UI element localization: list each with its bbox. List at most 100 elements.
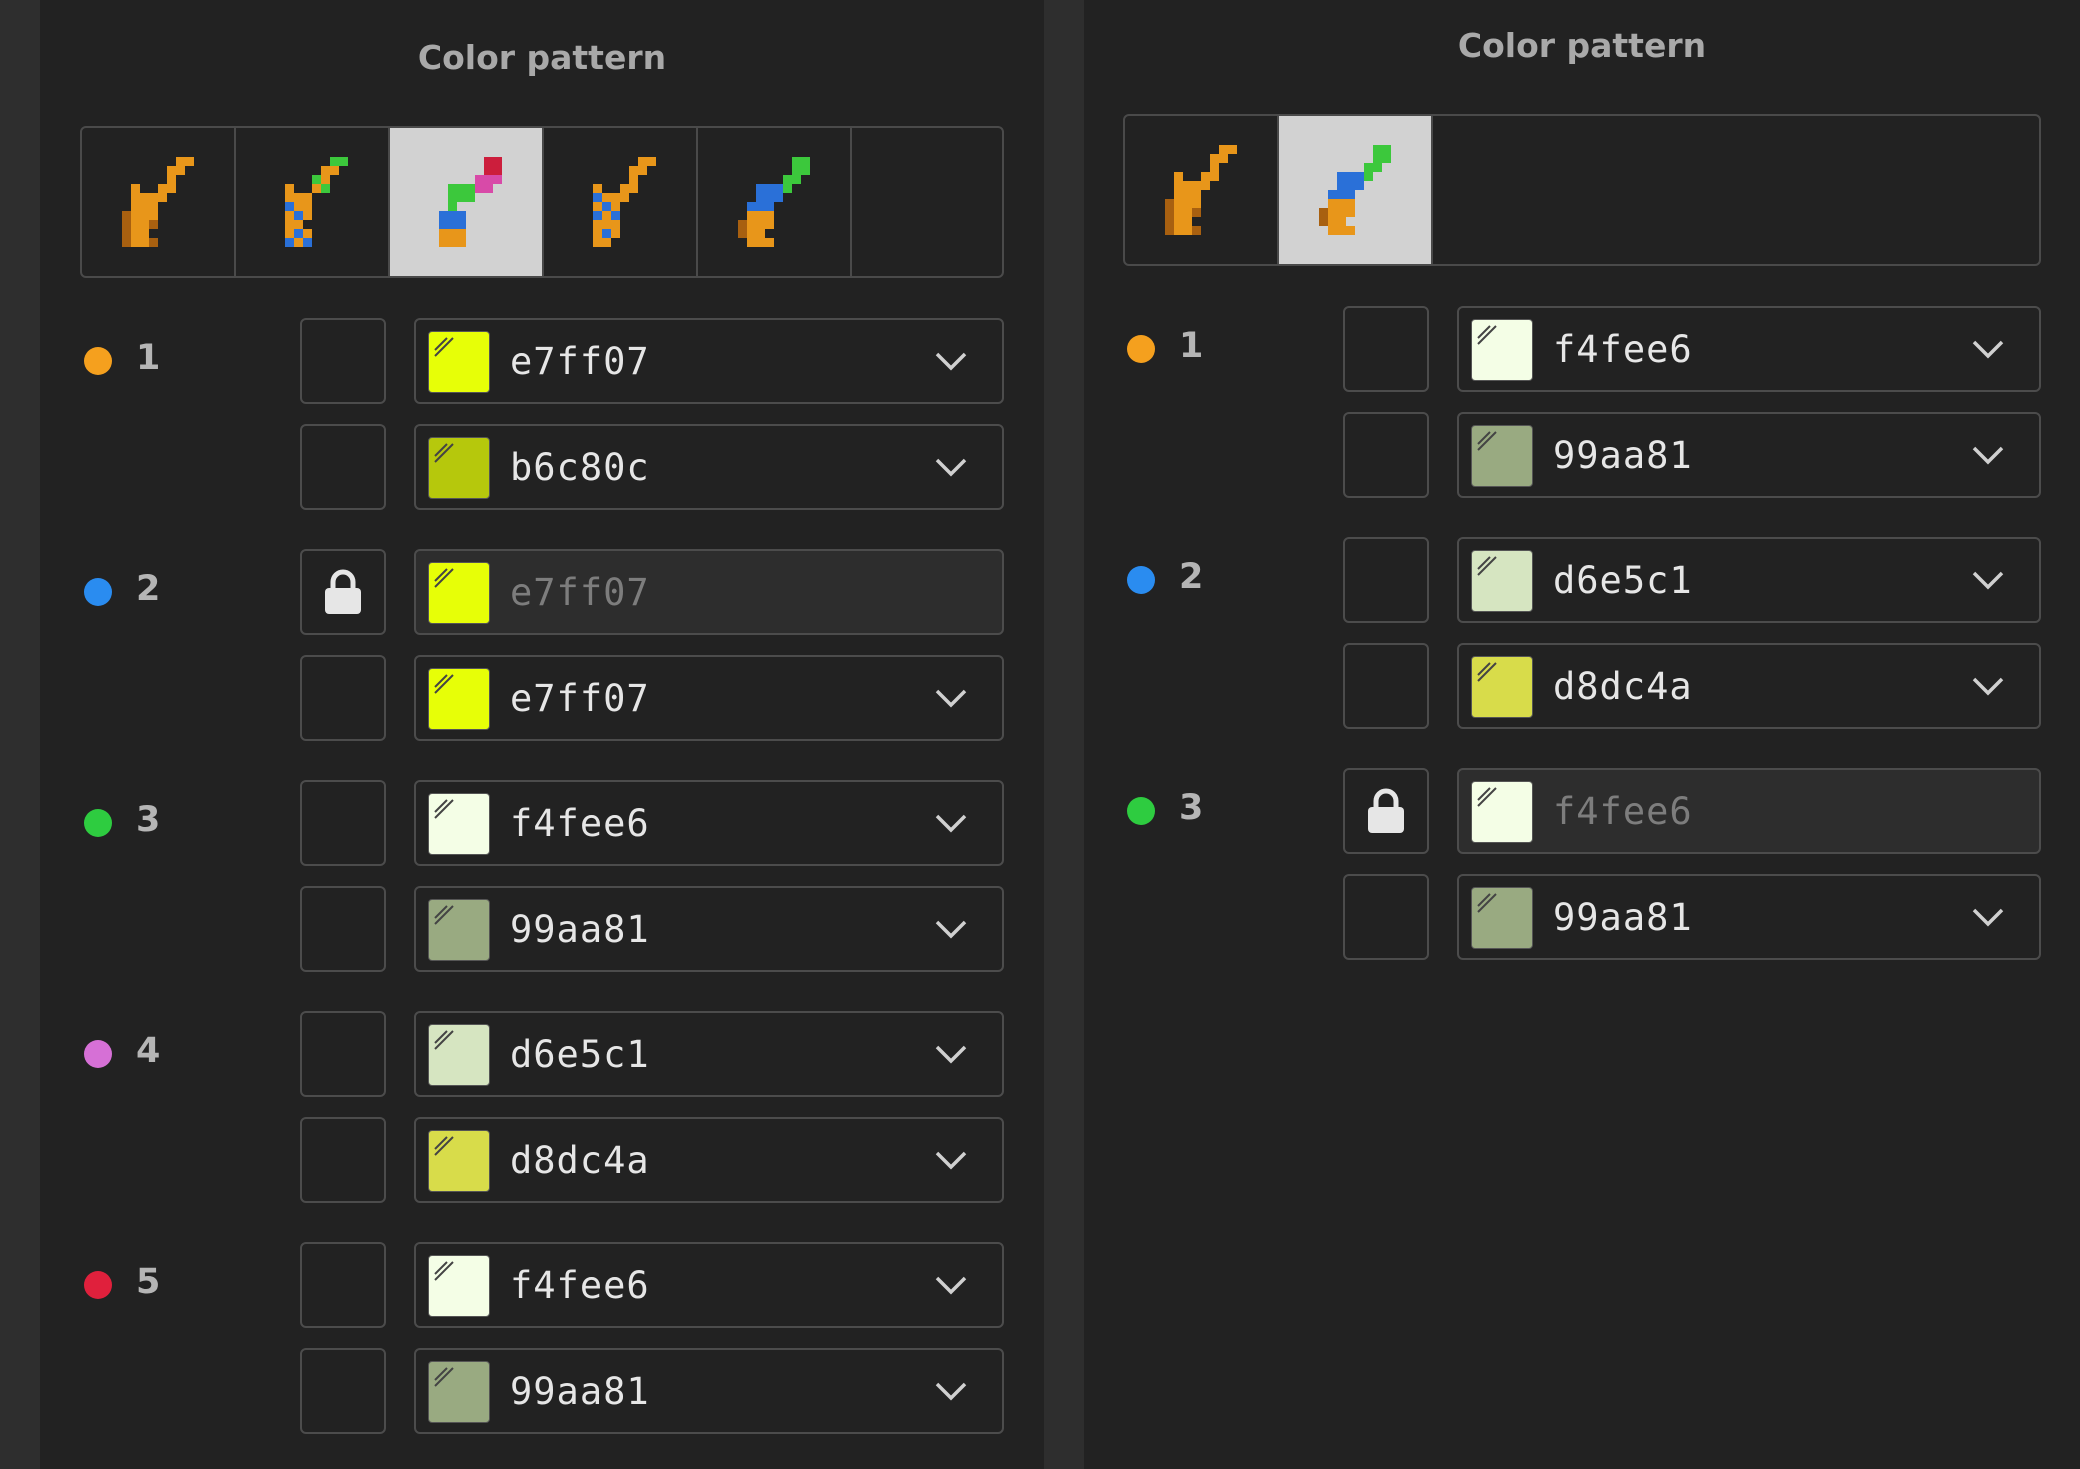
row-number: 2 — [1179, 557, 1204, 597]
row-number: 5 — [136, 1262, 161, 1302]
color-hex-value: f4fee6 — [1553, 790, 1693, 833]
color-hex-value: e7ff07 — [510, 571, 650, 614]
toggle-box[interactable] — [300, 318, 386, 404]
lock-toggle[interactable] — [1343, 768, 1429, 854]
color-dropdown[interactable]: 99aa81 — [1457, 412, 2041, 498]
row-color-dot — [1127, 566, 1155, 594]
color-hex-value: b6c80c — [510, 446, 650, 489]
variant-button-1[interactable] — [1125, 116, 1279, 264]
chevron-down-icon — [935, 1151, 967, 1170]
panel-title: Color pattern — [1457, 26, 1707, 65]
color-swatch — [428, 1255, 490, 1317]
color-swatch — [428, 1130, 490, 1192]
color-swatch — [428, 437, 490, 499]
color-swatch — [428, 1024, 490, 1086]
row-color-dot — [84, 809, 112, 837]
variant-button-4[interactable] — [544, 128, 698, 276]
variant-button-3[interactable] — [390, 128, 544, 276]
row-number: 3 — [136, 800, 161, 840]
chevron-down-icon — [935, 689, 967, 708]
chevron-down-icon — [935, 458, 967, 477]
color-swatch — [1471, 550, 1533, 612]
variant-button-2[interactable] — [236, 128, 390, 276]
color-hex-value: e7ff07 — [510, 677, 650, 720]
toggle-box[interactable] — [300, 1117, 386, 1203]
chevron-down-icon — [935, 1382, 967, 1401]
toggle-box[interactable] — [300, 886, 386, 972]
variant-button-1[interactable] — [82, 128, 236, 276]
color-dropdown[interactable]: e7ff07 — [414, 318, 1004, 404]
color-swatch — [1471, 656, 1533, 718]
color-pattern-panel-right: Color pattern 1 f4fee6 99aa81 2 d6e5c1 d8dc4a 3… — [1084, 0, 2080, 1469]
variant-button-2[interactable] — [1279, 116, 1433, 264]
color-dropdown[interactable]: d6e5c1 — [414, 1011, 1004, 1097]
color-hex-value: d8dc4a — [1553, 665, 1693, 708]
color-dropdown[interactable]: b6c80c — [414, 424, 1004, 510]
color-hex-value: 99aa81 — [1553, 434, 1693, 477]
chevron-down-icon — [1972, 340, 2004, 359]
color-dropdown[interactable]: f4fee6 — [414, 1242, 1004, 1328]
color-hex-value: d8dc4a — [510, 1139, 650, 1182]
toggle-box[interactable] — [300, 1242, 386, 1328]
toggle-box[interactable] — [1343, 874, 1429, 960]
color-hex-value: 99aa81 — [510, 1370, 650, 1413]
row-number: 3 — [1179, 788, 1204, 828]
chevron-down-icon — [935, 920, 967, 939]
variant-button-5[interactable] — [698, 128, 852, 276]
toggle-box[interactable] — [300, 1011, 386, 1097]
color-dropdown[interactable]: d8dc4a — [1457, 643, 2041, 729]
variant-strip — [80, 126, 1004, 278]
color-dropdown[interactable]: d6e5c1 — [1457, 537, 2041, 623]
toggle-box[interactable] — [1343, 537, 1429, 623]
row-color-dot — [84, 1040, 112, 1068]
toggle-box[interactable] — [300, 655, 386, 741]
row-number: 4 — [136, 1031, 161, 1071]
row-color-dot — [84, 578, 112, 606]
row-color-dot — [84, 347, 112, 375]
color-dropdown[interactable]: 99aa81 — [1457, 874, 2041, 960]
color-hex-value: 99aa81 — [1553, 896, 1693, 939]
row-number: 1 — [1179, 326, 1204, 366]
brush-icon — [285, 157, 348, 247]
color-swatch — [1471, 781, 1533, 843]
color-swatch — [1471, 887, 1533, 949]
variant-strip-empty — [852, 128, 1002, 276]
chevron-down-icon — [1972, 677, 2004, 696]
toggle-box[interactable] — [300, 424, 386, 510]
row-number: 2 — [136, 569, 161, 609]
color-dropdown: e7ff07 — [414, 549, 1004, 635]
left-edge — [0, 0, 40, 1469]
toggle-box[interactable] — [1343, 412, 1429, 498]
toggle-box[interactable] — [1343, 306, 1429, 392]
variant-strip — [1123, 114, 2041, 266]
chevron-down-icon — [935, 1045, 967, 1064]
color-dropdown: f4fee6 — [1457, 768, 2041, 854]
row-number: 1 — [136, 338, 161, 378]
lock-toggle[interactable] — [300, 549, 386, 635]
color-dropdown[interactable]: f4fee6 — [1457, 306, 2041, 392]
toggle-box[interactable] — [1343, 643, 1429, 729]
color-hex-value: f4fee6 — [510, 802, 650, 845]
color-hex-value: 99aa81 — [510, 908, 650, 951]
color-swatch — [1471, 319, 1533, 381]
color-dropdown[interactable]: 99aa81 — [414, 1348, 1004, 1434]
color-swatch — [428, 899, 490, 961]
chevron-down-icon — [1972, 446, 2004, 465]
color-dropdown[interactable]: f4fee6 — [414, 780, 1004, 866]
color-hex-value: f4fee6 — [510, 1264, 650, 1307]
color-pattern-panel-left: Color pattern 1 e7ff07 b6c80c 2 e7ff07 e7ff07 3… — [40, 0, 1044, 1469]
color-swatch — [428, 331, 490, 393]
toggle-box[interactable] — [300, 780, 386, 866]
color-dropdown[interactable]: e7ff07 — [414, 655, 1004, 741]
color-hex-value: d6e5c1 — [1553, 559, 1693, 602]
brush-icon — [122, 157, 194, 247]
color-dropdown[interactable]: 99aa81 — [414, 886, 1004, 972]
color-swatch — [428, 562, 490, 624]
brush-icon — [738, 157, 810, 247]
chevron-down-icon — [1972, 908, 2004, 927]
color-dropdown[interactable]: d8dc4a — [414, 1117, 1004, 1203]
row-color-dot — [84, 1271, 112, 1299]
chevron-down-icon — [935, 814, 967, 833]
toggle-box[interactable] — [300, 1348, 386, 1434]
lock-icon — [325, 569, 361, 614]
